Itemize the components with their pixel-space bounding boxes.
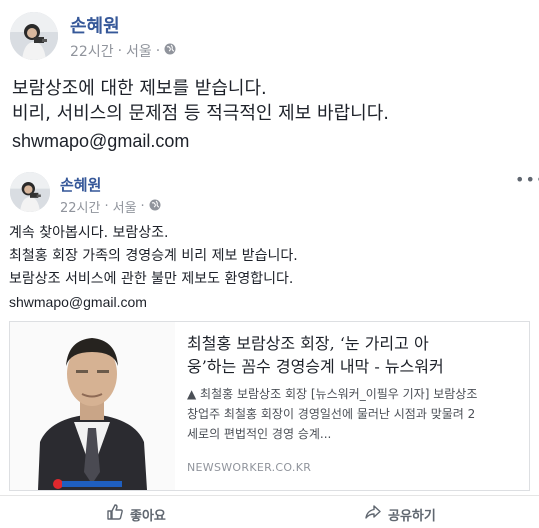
post-location[interactable]: 서울 [113,197,137,216]
like-button[interactable]: 좋아요 [106,503,166,525]
like-label: 좋아요 [130,508,166,524]
post-email: shwmapo@gmail.com [9,294,147,310]
post-email: shwmapo@gmail.com [12,131,190,151]
post-text-line: 비리, 서비스의 문제점 등 적극적인 제보 바랍니다. [12,103,389,124]
author-name[interactable]: 손혜원 [60,174,101,195]
link-description-line: ▲ 최철홍 보람상조 회장 [뉴스워커_이필우 기자] 보람상조 [187,387,478,401]
meta-separator: · [104,199,109,214]
thumbs-up-icon [106,503,124,525]
post-text-line: 보람상조 서비스에 관한 불만 제보도 환영합니다. [9,271,294,287]
meta-separator: · [117,43,123,59]
link-preview-card[interactable]: 최철홍 보람상조 회장, ‘눈 가리고 아 웅’하는 꼼수 경영승계 내막 - … [9,321,530,491]
link-title-line: 최철홍 보람상조 회장, ‘눈 가리고 아 [187,334,429,353]
link-preview-body[interactable]: 최철홍 보람상조 회장, ‘눈 가리고 아 웅’하는 꼼수 경영승계 내막 - … [187,322,529,490]
link-preview-image[interactable] [10,322,175,490]
link-title-line: 웅’하는 꼼수 경영승계 내막 - 뉴스워커 [187,357,444,376]
author-avatar[interactable] [10,12,58,60]
meta-separator: · [140,199,145,214]
author-avatar[interactable] [10,172,50,212]
post-time[interactable]: 22시간 [60,197,100,216]
link-title[interactable]: 최철홍 보람상조 회장, ‘눈 가리고 아 웅’하는 꼼수 경영승계 내막 - … [187,332,529,378]
globe-icon[interactable] [149,199,161,215]
more-options-button[interactable]: ••• [515,170,539,189]
post-time[interactable]: 22시간 [70,41,114,61]
share-label: 공유하기 [388,508,436,524]
link-description: ▲ 최철홍 보람상조 회장 [뉴스워커_이필우 기자] 보람상조 창업주 최철홍… [187,384,529,444]
share-button[interactable]: 공유하기 [364,503,436,525]
post-meta: 22시간 · 서울 · [60,197,161,216]
link-description-line: 창업주 최철홍 회장이 경영일선에 물러난 시점과 맞물려 2 [187,407,476,421]
link-description-line: 세로의 편법적인 경영 승계... [187,427,332,441]
post-location[interactable]: 서울 [126,41,152,61]
post-text-line: 최철홍 회장 가족의 경영승계 비리 제보 받습니다. [9,248,298,264]
globe-icon[interactable] [164,43,176,59]
meta-separator: · [155,43,161,59]
avatar-photo [10,172,50,212]
post-meta: 22시간 · 서울 · [70,41,176,61]
avatar-photo [10,12,58,60]
post-action-bar: 좋아요 공유하기 [0,495,539,528]
post-text-line: 보람상조에 대한 제보를 받습니다. [12,78,267,99]
post-text-line: 계속 찾아봅시다. 보람상조. [9,225,169,241]
author-name[interactable]: 손혜원 [70,12,120,38]
share-arrow-icon [364,503,382,525]
link-domain: NEWSWORKER.CO.KR [187,461,312,474]
